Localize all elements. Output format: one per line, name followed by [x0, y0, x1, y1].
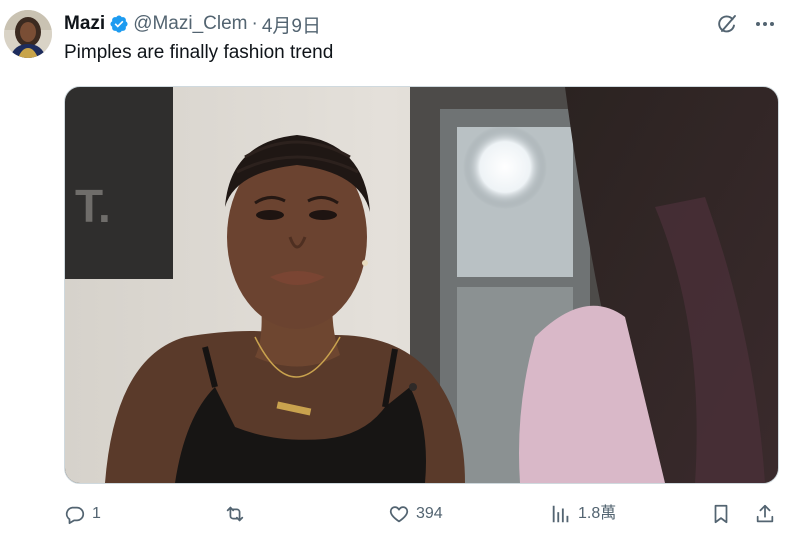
retweet-button[interactable] [224, 498, 246, 530]
share-button[interactable] [754, 498, 776, 530]
separator-dot: · [251, 13, 258, 34]
reply-button[interactable]: 1 [64, 498, 101, 530]
grok-icon[interactable] [715, 12, 739, 36]
bookmark-button[interactable] [710, 498, 732, 530]
more-icon[interactable] [753, 12, 777, 36]
bookmark-icon [710, 503, 732, 525]
views-button[interactable]: 1.8萬 [550, 498, 616, 530]
tweet-actions-bar: 1 394 1.8萬 [64, 498, 778, 530]
author-handle[interactable]: @Mazi_Clem [133, 13, 247, 35]
avatar-image [4, 10, 52, 58]
tweet-header: Mazi @Mazi_Clem · 4月9日 [64, 11, 321, 38]
top-actions [715, 12, 777, 36]
like-button[interactable]: 394 [388, 498, 443, 530]
like-count: 394 [416, 505, 443, 522]
verified-badge-icon [109, 14, 129, 34]
views-icon [550, 503, 572, 525]
tweet-text: Pimples are finally fashion trend [64, 42, 334, 63]
like-icon [388, 503, 410, 525]
share-icon [754, 503, 776, 525]
reply-count: 1 [92, 505, 101, 522]
views-count: 1.8萬 [578, 505, 617, 522]
tweet-date[interactable]: 4月9日 [262, 11, 321, 38]
retweet-icon [224, 503, 246, 525]
author-display-name[interactable]: Mazi [64, 13, 105, 35]
reply-icon [64, 503, 86, 525]
svg-text:T.: T. [75, 180, 111, 232]
tweet-media-video[interactable]: T. [64, 86, 779, 484]
video-frame-image: T. [65, 87, 778, 483]
avatar[interactable] [4, 10, 52, 58]
